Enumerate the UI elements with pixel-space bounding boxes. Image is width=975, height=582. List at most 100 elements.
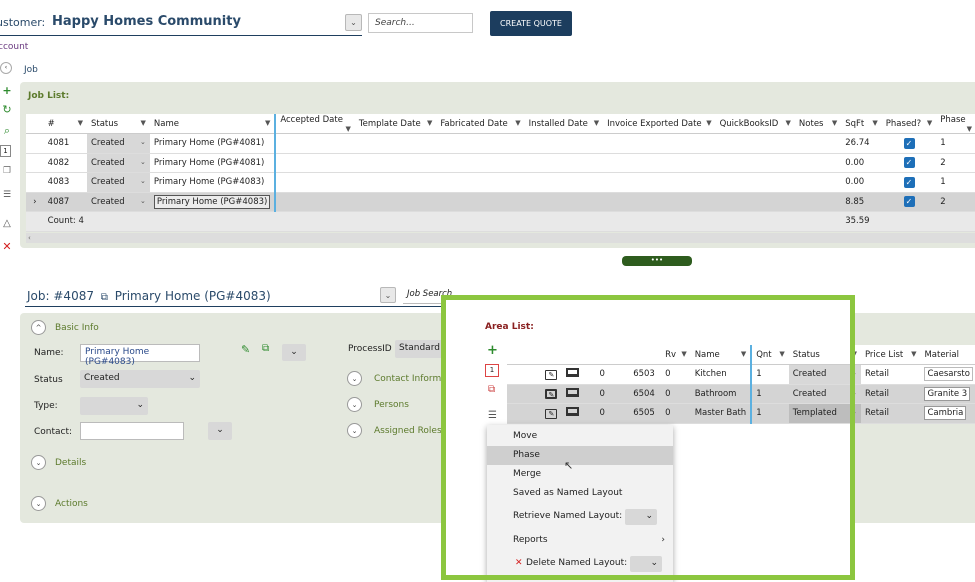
job-title-underline <box>25 306 510 307</box>
area-material[interactable]: Caesarsto <box>924 367 973 382</box>
job-title: Job: #4087 ⧉ Primary Home (PG#4083) <box>27 289 271 303</box>
assigned-roles-header[interactable]: Assigned Roles <box>374 426 442 436</box>
delete-icon[interactable]: ✕ <box>0 240 14 253</box>
col-template-date[interactable]: Template Date ▼ <box>354 114 437 134</box>
job-name-editing[interactable]: Primary Home (PG#4083) <box>153 194 271 209</box>
table-row[interactable]: 4083 Created ⌄ Primary Home (PG#4083) 0.0… <box>26 172 975 193</box>
area-material[interactable]: Granite 3 <box>924 386 971 401</box>
area-price-list: Retail <box>860 364 921 385</box>
tab-job[interactable]: Job <box>24 65 38 75</box>
warning-icon[interactable]: △ <box>0 218 14 229</box>
col-invoice-exported-date[interactable]: Invoice Exported Date ▼ <box>603 114 716 134</box>
job-status-select[interactable]: Created ⌄ <box>86 172 150 193</box>
job-sqft: 0.00 <box>841 172 882 193</box>
customer-dropdown-button[interactable]: ⌄ <box>345 14 362 31</box>
phased-checkbox[interactable]: ✓ <box>903 137 915 149</box>
col-sqft[interactable]: SqFt ▼ <box>841 114 882 134</box>
job-name[interactable]: Primary Home (PG#4081) <box>149 133 277 154</box>
col-status[interactable]: Status ▼ <box>86 114 150 134</box>
search-icon[interactable]: ⌕ <box>0 124 14 138</box>
job-name[interactable]: Primary Home (PG#4083) <box>149 172 277 193</box>
details-expand-icon[interactable]: ⌄ <box>31 455 46 470</box>
refresh-icon[interactable]: ↻ <box>0 103 14 116</box>
area-price-list: Retail <box>860 384 921 404</box>
col-phase[interactable]: Phase ▼ <box>936 114 975 134</box>
copy-icon[interactable]: ❐ <box>0 166 14 176</box>
name-input[interactable]: Primary Home (PG#4083) <box>80 344 200 367</box>
contact-input[interactable] <box>80 422 184 440</box>
job-name[interactable]: Primary Home (PG#4081) <box>149 153 277 173</box>
total-sqft: 35.59 <box>841 211 882 232</box>
name-options-dropdown[interactable]: ⌄ <box>282 344 306 361</box>
name-label: Name: <box>34 348 64 358</box>
horizontal-scrollbar[interactable]: ‹ <box>26 233 975 243</box>
phased-checkbox[interactable]: ✓ <box>903 157 915 169</box>
area-price-list: Retail <box>860 403 921 424</box>
add-icon[interactable]: + <box>0 84 14 97</box>
col-number[interactable]: # ▼ <box>43 114 87 134</box>
edit-icon[interactable]: ✎ <box>241 343 250 356</box>
job-status-select[interactable]: Created ⌄ <box>86 153 150 173</box>
actions-expand-icon[interactable]: ⌄ <box>31 496 46 511</box>
job-sqft: 0.00 <box>841 153 882 173</box>
col-installed-date[interactable]: Installed Date ▼ <box>524 114 604 134</box>
col-price-list[interactable]: Price List ▼ <box>860 345 921 365</box>
area-material[interactable]: Cambria <box>924 406 967 421</box>
phased-checkbox[interactable]: ✓ <box>903 176 915 188</box>
contact-label: Contact: <box>34 427 73 437</box>
job-sqft: 8.85 <box>841 192 882 212</box>
phased-checkbox[interactable]: ✓ <box>903 196 915 208</box>
processid-label: ProcessID <box>348 344 392 354</box>
job-sqft: 26.74 <box>841 133 882 154</box>
status-label: Status <box>34 375 63 385</box>
contact-info-expand-icon[interactable]: ⌄ <box>347 371 362 386</box>
row-expand-icon[interactable]: › <box>26 192 44 212</box>
job-list-title: Job List: <box>28 91 70 101</box>
col-material[interactable]: Material <box>920 345 975 365</box>
collapse-icon[interactable]: ‹ <box>0 62 12 74</box>
customer-name[interactable]: Happy Homes Community <box>52 14 241 29</box>
tab-account[interactable]: ccount <box>0 42 28 52</box>
page-number-box[interactable]: 1 <box>0 145 11 157</box>
job-phase: 2 <box>936 153 975 173</box>
basic-info-collapse-icon[interactable]: ^ <box>31 320 46 335</box>
col-quickbooksid[interactable]: QuickBooksID ▼ <box>715 114 795 134</box>
job-status-select[interactable]: Created ⌄ <box>86 192 150 212</box>
job-number: 4082 <box>43 153 87 173</box>
highlight-frame <box>441 295 855 580</box>
job-status-select[interactable]: Created ⌄ <box>86 133 150 154</box>
basic-info-header[interactable]: Basic Info <box>55 323 99 333</box>
table-row[interactable]: 4082 Created ⌄ Primary Home (PG#4081) 0.0… <box>26 153 975 173</box>
search-input[interactable]: Search... <box>368 13 473 33</box>
persons-header[interactable]: Persons <box>374 400 409 410</box>
job-list-table: # ▼ Status ▼ Name ▼ Accepted Date ▼ Template… <box>26 114 975 232</box>
contact-dropdown[interactable]: ⌄ <box>208 422 232 440</box>
col-name[interactable]: Name ▼ <box>149 114 277 134</box>
col-notes[interactable]: Notes ▼ <box>794 114 842 134</box>
col-phased[interactable]: Phased? ▼ <box>881 114 937 134</box>
job-dropdown-button[interactable]: ⌄ <box>380 287 396 303</box>
status-select[interactable]: Created ⌄ <box>80 370 200 388</box>
type-select[interactable]: ⌄ <box>80 397 148 415</box>
copy-icon[interactable]: ⧉ <box>101 292 108 303</box>
list-icon[interactable]: ☰ <box>0 190 14 200</box>
type-label: Type: <box>34 401 58 411</box>
customer-label: ustomer: <box>0 16 46 29</box>
job-number: 4083 <box>43 172 87 193</box>
table-row[interactable]: 4081 Created ⌄ Primary Home (PG#4081) 26.… <box>26 133 975 154</box>
copy-name-icon[interactable]: ⧉ <box>262 343 269 354</box>
job-phase: 2 <box>936 192 975 212</box>
create-quote-button[interactable]: CREATE QUOTE <box>490 11 572 36</box>
col-accepted-date[interactable]: Accepted Date ▼ <box>275 114 355 134</box>
scroll-left-icon[interactable]: ‹ <box>26 234 31 242</box>
job-number: 4081 <box>43 133 87 154</box>
persons-expand-icon[interactable]: ⌄ <box>347 397 362 412</box>
job-count: Count: 4 <box>43 211 276 232</box>
col-fabricated-date[interactable]: Fabricated Date ▼ <box>436 114 525 134</box>
table-row-selected[interactable]: › 4087 Created ⌄ Primary Home (PG#4083) 8… <box>26 192 975 212</box>
details-header[interactable]: Details <box>55 458 86 468</box>
panel-splitter-handle[interactable]: ••• <box>622 256 692 266</box>
job-phase: 1 <box>936 133 975 154</box>
assigned-roles-expand-icon[interactable]: ⌄ <box>347 423 362 438</box>
actions-header[interactable]: Actions <box>55 499 88 509</box>
